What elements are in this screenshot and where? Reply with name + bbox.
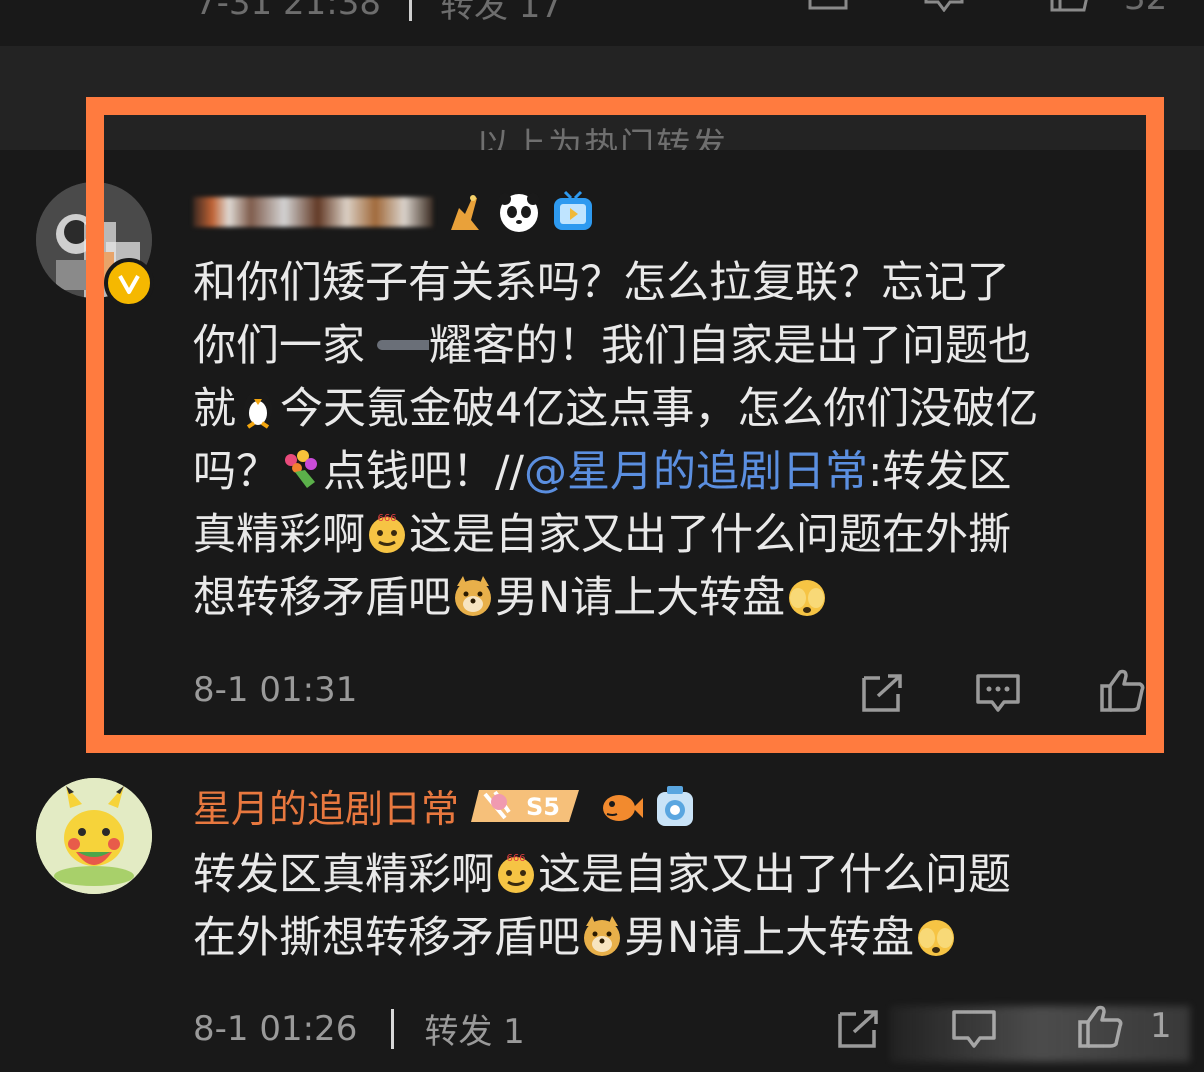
mention-link[interactable]: @星月的追剧日常 <box>524 447 868 497</box>
comment-icon[interactable] <box>974 672 1022 716</box>
username[interactable]: 星月的追剧日常 <box>193 778 459 833</box>
666-face-emoji-icon: 666 <box>498 853 534 893</box>
content-line: 和你们矮子有关系吗？怎么拉复联？忘记了 <box>193 252 1153 315</box>
content-line: 就今天氪金破4亿这点事，怎么你们没破亿 <box>193 378 1153 441</box>
content-text: 在外撕想转移矛盾吧 <box>193 913 580 963</box>
avatar[interactable] <box>36 778 152 894</box>
doge-emoji-icon <box>455 576 491 616</box>
doge-emoji-icon <box>584 916 620 956</box>
content-text: 这是自家又出了什么问题在外撕 <box>409 510 1011 560</box>
timestamp: 8-1 01:26 <box>193 1008 358 1049</box>
content-text: 转发区真精彩啊 <box>193 850 494 900</box>
repost-count[interactable]: 转发 1 <box>424 1004 524 1053</box>
share-icon[interactable] <box>858 672 906 716</box>
v-mark-icon <box>112 266 146 300</box>
like-icon[interactable] <box>1098 668 1146 712</box>
fan-level-label: S5 <box>526 793 560 821</box>
username-row: 星月的追剧日常 S5 <box>193 778 697 833</box>
verified-badge-icon <box>104 258 154 308</box>
panda-icon <box>499 193 539 232</box>
content-text: 男N请上大转盘 <box>624 913 915 963</box>
giraffe-badge-icon <box>451 195 479 230</box>
dash-emoji-icon <box>377 340 429 350</box>
svg-text:666: 666 <box>506 853 525 864</box>
like-icon[interactable] <box>1048 0 1092 12</box>
content-line: 在外撕想转移矛盾吧 男N请上大转盘 <box>193 907 1153 970</box>
previous-comment-date: 7-31 21:38 <box>195 0 381 23</box>
repost-footer: 8-1 01:26 转发 1 <box>193 1004 525 1053</box>
fan-level-badge-icon: S5 <box>471 789 580 822</box>
repost-content: 和你们矮子有关系吗？怎么拉复联？忘记了 你们一家 耀客的！我们自家是出了问题也 就… <box>193 252 1153 630</box>
content-text: 这是自家又出了什么问题 <box>538 850 1011 900</box>
pikachu-avatar-icon <box>36 778 152 894</box>
fish-icon <box>603 794 644 821</box>
content-text: 和你们矮子有关系吗？怎么拉复联？忘记了 <box>193 258 1010 308</box>
content-text: 耀客的！我们自家是出了问题也 <box>429 321 1031 371</box>
content-line: 真精彩啊 666 这是自家又出了什么问题在外撕 <box>193 504 1153 567</box>
timestamp: 8-1 01:31 <box>193 670 358 710</box>
blurred-username[interactable] <box>193 197 433 227</box>
share-icon[interactable] <box>806 0 850 12</box>
repost-item: 和你们矮子有关系吗？怎么拉复联？忘记了 你们一家 耀客的！我们自家是出了问题也 就… <box>0 150 1204 746</box>
content-text: 你们一家 <box>193 321 365 371</box>
content-line: 转发区真精彩啊 666 这是自家又出了什么问题 <box>193 844 1153 907</box>
content-text: :转发区 <box>867 447 1012 497</box>
content-line: 你们一家 耀客的！我们自家是出了问题也 <box>193 315 1153 378</box>
666-face-emoji-icon: 666 <box>369 513 405 553</box>
content-text: 吗？ <box>193 447 279 497</box>
footer-separator <box>391 1008 395 1049</box>
penguin-emoji-icon <box>244 391 272 429</box>
svg-text:666: 666 <box>377 513 396 524</box>
camera-icon <box>657 785 694 826</box>
content-text: 想转移矛盾吧 <box>193 573 451 623</box>
username-row <box>193 190 595 234</box>
previous-like-count: 32 <box>1124 0 1167 18</box>
tv-icon <box>554 190 592 230</box>
watermark <box>890 1006 1190 1062</box>
comment-icon[interactable] <box>922 0 966 12</box>
repost-footer: 8-1 01:31 <box>193 670 357 710</box>
content-text: 今天氪金破4亿这点事，怎么你们没破亿 <box>280 384 1039 434</box>
footer-separator <box>408 0 412 21</box>
previous-comment-meta: 7-31 21:38 转发 17 <box>195 0 562 27</box>
content-text: 男N请上大转盘 <box>495 573 786 623</box>
content-text: 就 <box>193 384 236 434</box>
previous-comment-repost[interactable]: 转发 17 <box>440 0 562 27</box>
bouquet-emoji-icon <box>285 450 317 488</box>
content-line: 吗？ 点钱吧！//@星月的追剧日常:转发区 <box>193 441 1153 504</box>
hot-reposts-divider: 以上为热门转发 <box>0 46 1204 166</box>
cover-face-emoji-icon <box>918 920 955 956</box>
cover-face-emoji-icon <box>789 580 826 616</box>
repost-content: 转发区真精彩啊 666 这是自家又出了什么问题 在外撕想转移矛盾吧 男N请上大转盘 <box>193 844 1153 970</box>
share-icon[interactable] <box>834 1008 882 1052</box>
previous-comment-footer: 7-31 21:38 转发 17 32 <box>0 0 1204 46</box>
content-text: 真精彩啊 <box>193 510 365 560</box>
content-text: 点钱吧！// <box>323 447 524 497</box>
content-line: 想转移矛盾吧 男N请上大转盘 <box>193 567 1153 630</box>
